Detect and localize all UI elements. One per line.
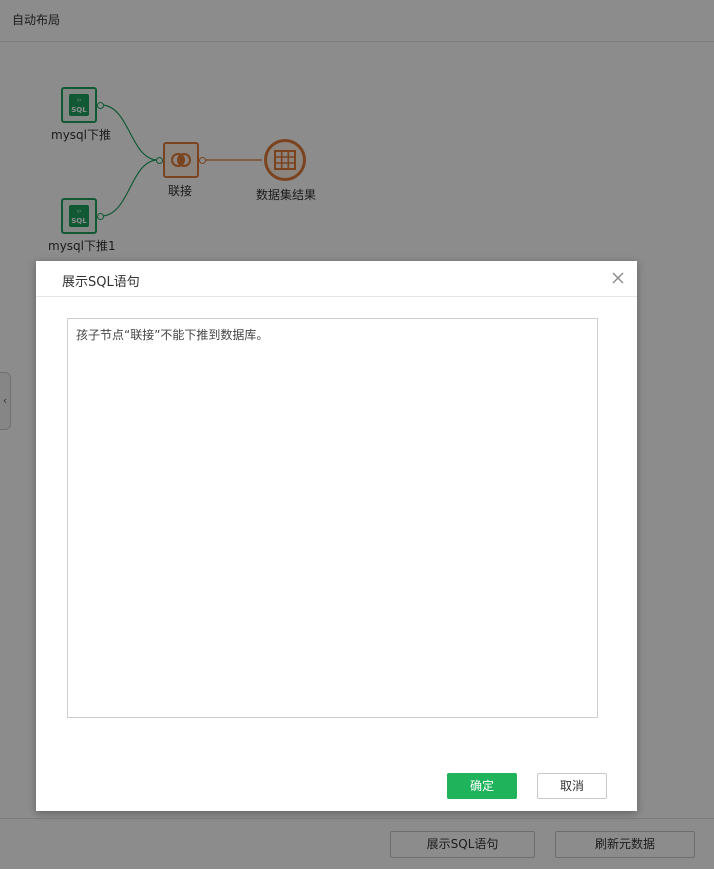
sql-message: 孩子节点“联接”不能下推到数据库。 xyxy=(76,328,269,342)
close-icon[interactable] xyxy=(609,269,627,287)
dialog-title: 展示SQL语句 xyxy=(62,275,140,290)
confirm-button[interactable]: 确定 xyxy=(447,773,517,799)
show-sql-dialog: 展示SQL语句 孩子节点“联接”不能下推到数据库。 确定 取消 xyxy=(36,261,637,811)
dialog-header: 展示SQL语句 xyxy=(36,261,637,297)
sql-output-textarea[interactable]: 孩子节点“联接”不能下推到数据库。 xyxy=(67,318,598,718)
cancel-button[interactable]: 取消 xyxy=(537,773,607,799)
